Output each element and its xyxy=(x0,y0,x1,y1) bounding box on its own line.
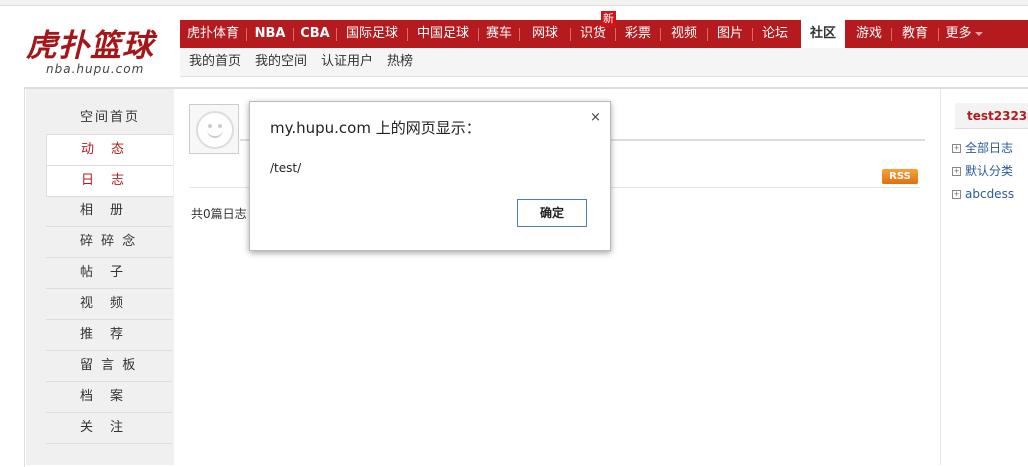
right-panel-title: test2323的 xyxy=(955,103,1028,129)
close-icon[interactable]: × xyxy=(590,110,601,125)
sidebar-item-album[interactable]: 相 册 xyxy=(46,196,172,227)
new-badge: 新 xyxy=(601,11,616,27)
blog-count: 共0篇日志 xyxy=(191,207,247,221)
nav-item-education[interactable]: 教育 xyxy=(892,20,938,48)
top-bar xyxy=(0,0,1028,6)
nav-item-images[interactable]: 图片 xyxy=(708,20,752,48)
sidebar-item-recommend[interactable]: 推 荐 xyxy=(46,320,172,351)
sidebar-item-label: 相 册 xyxy=(80,203,126,218)
space-sidebar: 空间首页 动 态 日 志 相 册 碎 碎 念 帖 子 视 频 推 荐 留 言 板… xyxy=(26,89,174,465)
nav-item-more[interactable]: 更多 xyxy=(939,20,989,48)
nav-item-intl-soccer[interactable]: 国际足球 xyxy=(337,20,407,48)
sidebar-item-profile[interactable]: 档 案 xyxy=(46,382,172,413)
site-logo[interactable]: 虎扑篮球 nba.hupu.com xyxy=(24,20,174,80)
sidebar-item-label: 档 案 xyxy=(80,389,126,404)
subnav-hot-list[interactable]: 热榜 xyxy=(387,48,413,76)
sub-nav: 我的首页 我的空间 认证用户 热榜 xyxy=(180,48,1028,77)
sidebar-item-space-home[interactable]: 空间首页 xyxy=(46,103,172,133)
category-label: abcdess xyxy=(965,187,1015,201)
nav-item-lottery[interactable]: 彩票 xyxy=(616,20,660,48)
sidebar-item-blog[interactable]: 日 志 xyxy=(46,165,173,197)
nav-item-nba[interactable]: NBA xyxy=(247,20,293,48)
category-label: 默认分类 xyxy=(965,164,1014,178)
nav-item-tennis[interactable]: 网球 xyxy=(520,20,570,48)
category-abcdess[interactable]: + abcdess xyxy=(952,185,1015,203)
category-default[interactable]: + 默认分类 xyxy=(952,162,1014,180)
plus-icon: + xyxy=(952,144,961,153)
sidebar-item-activity[interactable]: 动 态 xyxy=(46,134,173,166)
sidebar-item-following[interactable]: 关 注 xyxy=(46,413,172,444)
subnav-my-home[interactable]: 我的首页 xyxy=(189,48,241,76)
nav-more-label: 更多 xyxy=(945,26,972,41)
sidebar-item-label: 帖 子 xyxy=(80,265,126,280)
sidebar-item-label: 视 频 xyxy=(80,296,126,311)
subnav-my-space[interactable]: 我的空间 xyxy=(255,48,307,76)
nav-item-video[interactable]: 视频 xyxy=(661,20,707,48)
alert-dialog: my.hupu.com 上的网页显示： × /test/ 确定 xyxy=(249,101,611,251)
logo-text: 虎扑篮球 xyxy=(26,28,154,64)
nav-item-forum[interactable]: 论坛 xyxy=(753,20,797,48)
sidebar-item-label: 推 荐 xyxy=(80,327,126,342)
subnav-verified-users[interactable]: 认证用户 xyxy=(321,48,373,76)
category-all-blogs[interactable]: + 全部日志 xyxy=(952,139,1014,157)
plus-icon: + xyxy=(952,167,961,176)
nav-item-games[interactable]: 游戏 xyxy=(847,20,891,48)
nav-item-racing[interactable]: 赛车 xyxy=(479,20,519,48)
nav-item-community[interactable]: 社区 xyxy=(801,20,845,48)
sidebar-item-posts[interactable]: 帖 子 xyxy=(46,258,172,289)
right-panel: test2323的 + 全部日志 + 默认分类 + abcdess xyxy=(940,89,1028,465)
smiley-face-icon xyxy=(196,111,234,149)
chevron-down-icon xyxy=(974,31,983,36)
sidebar-item-label: 日 志 xyxy=(81,173,127,188)
dialog-message: /test/ xyxy=(270,161,302,175)
sidebar-item-label: 动 态 xyxy=(81,142,127,157)
dialog-title: my.hupu.com 上的网页显示： xyxy=(270,119,481,137)
avatar[interactable] xyxy=(189,104,239,154)
nav-item-cba[interactable]: CBA xyxy=(294,20,336,48)
nav-item-hupu-sports[interactable]: 虎扑体育 xyxy=(180,20,246,48)
ok-button[interactable]: 确定 xyxy=(517,199,587,227)
sidebar-item-label: 留 言 板 xyxy=(80,358,138,373)
sidebar-item-label: 关 注 xyxy=(80,420,126,435)
rss-button[interactable]: RSS xyxy=(882,169,918,184)
sidebar-item-videos[interactable]: 视 频 xyxy=(46,289,172,320)
logo-url: nba.hupu.com xyxy=(46,62,145,76)
sidebar-item-label: 碎 碎 念 xyxy=(80,234,138,249)
plus-icon: + xyxy=(952,190,961,199)
nav-item-china-soccer[interactable]: 中国足球 xyxy=(408,20,478,48)
sidebar-item-label: 空间首页 xyxy=(80,110,141,125)
sidebar-item-mumbles[interactable]: 碎 碎 念 xyxy=(46,227,172,258)
sidebar-item-guestbook[interactable]: 留 言 板 xyxy=(46,351,172,382)
category-label: 全部日志 xyxy=(965,141,1014,155)
